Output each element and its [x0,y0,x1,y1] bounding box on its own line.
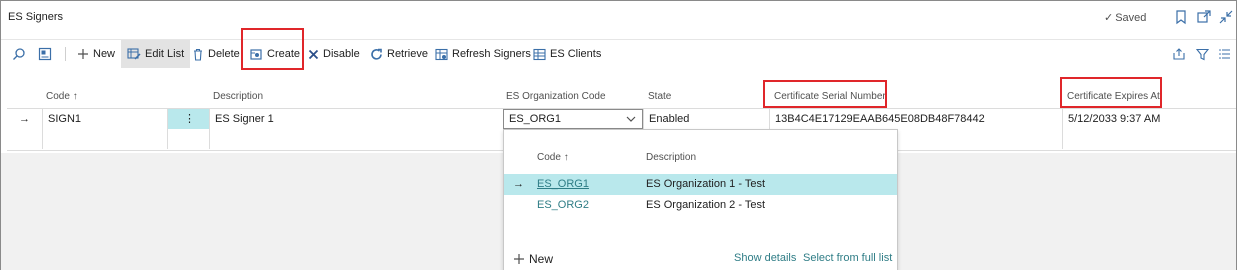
trash-icon [194,48,202,61]
saved-label: Saved [1115,12,1147,24]
cell-serial[interactable]: 13B4C4E17129EAAB645E08DB48F78442 [769,109,1062,129]
row-selected-arrow-icon: → [513,178,524,190]
column-header-serial[interactable]: Certificate Serial Number [774,86,886,108]
refresh-signers-button[interactable]: Refresh Signers [435,40,531,68]
filter-icon [1196,48,1209,60]
bookmark-icon[interactable] [1173,9,1189,25]
empty-cell[interactable] [209,129,499,149]
search-button[interactable] [12,40,26,68]
cell-state[interactable]: Enabled [643,109,769,129]
lookup-code-label: Code [537,152,561,163]
table-refresh-icon [435,48,448,60]
row-selected-arrow-icon: → [19,113,30,125]
delete-label: Delete [208,48,240,60]
code-header-label: Code [46,91,70,102]
edit-list-button[interactable]: Edit List [121,40,191,68]
cell-code[interactable]: SIGN1 [42,109,167,129]
new-button[interactable]: New [77,40,115,68]
lookup-description: ES Organization 1 - Test [646,178,766,190]
page-title: ES Signers [8,11,64,23]
lookup-new-button[interactable]: New [513,252,553,266]
es-signers-page: ES Signers ✓ Saved New Edit List Delete … [0,0,1237,270]
list-view-icon [38,47,52,61]
separator [65,47,66,61]
share-button[interactable] [1172,40,1186,68]
refresh-signers-label: Refresh Signers [452,48,531,60]
list-icon [1219,49,1230,59]
lookup-description: ES Organization 2 - Test [646,199,766,211]
disable-label: Disable [323,48,360,60]
es-clients-label: ES Clients [550,48,602,60]
lookup-header-code[interactable]: Code ↑ [537,152,569,163]
delete-button[interactable]: Delete [192,40,240,68]
column-header-state[interactable]: State [648,86,671,108]
empty-cell[interactable] [1062,129,1236,149]
lookup-row[interactable]: ES_ORG2 ES Organization 2 - Test [504,195,897,216]
lookup-row[interactable]: → ES_ORG1 ES Organization 1 - Test [504,174,897,195]
org-lookup-dropdown: Code ↑ Description → ES_ORG1 ES Organiza… [503,129,898,270]
create-button[interactable]: Create [250,40,300,68]
empty-cell[interactable] [42,129,167,149]
disable-button[interactable]: Disable [308,40,360,68]
row-menu-button[interactable]: ⋮ [167,109,209,129]
list-options-button[interactable] [1219,40,1231,68]
table-row[interactable]: → SIGN1 ⋮ ES Signer 1 ES_ORG1 Enabled 13… [7,108,1236,130]
show-as-button[interactable] [38,40,52,68]
filter-button[interactable] [1196,40,1209,68]
select-full-list-link[interactable]: Select from full list [803,252,892,264]
retrieve-label: Retrieve [387,48,428,60]
refresh-icon [371,48,382,60]
collapse-icon[interactable] [1218,9,1234,25]
lookup-code-link[interactable]: ES_ORG2 [537,195,589,216]
edit-list-icon [127,48,141,60]
lookup-new-label: New [529,252,554,266]
chevron-down-icon [626,116,636,122]
plus-icon [78,49,88,59]
org-code-dropdown[interactable]: ES_ORG1 [503,109,643,129]
lookup-header-description[interactable]: Description [646,152,696,163]
column-header-code[interactable]: Code ↑ [46,86,78,108]
empty-cell[interactable] [167,129,209,149]
cell-expires[interactable]: 5/12/2033 9:37 AM [1062,109,1236,129]
cell-description[interactable]: ES Signer 1 [209,109,499,129]
open-new-window-icon[interactable] [1196,9,1212,25]
plus-icon [514,254,524,264]
retrieve-button[interactable]: Retrieve [370,40,428,68]
edit-list-label: Edit List [145,48,185,60]
x-icon [308,49,319,59]
create-certificate-icon [250,48,262,60]
column-header-org-code[interactable]: ES Organization Code [506,86,606,108]
show-details-link[interactable]: Show details [734,252,796,264]
table-icon [533,48,546,60]
search-icon [13,48,25,60]
checkmark-icon: ✓ [1104,12,1114,24]
action-bar: New Edit List Delete Create Disable Retr… [1,40,1236,68]
lookup-code-link[interactable]: ES_ORG1 [537,174,589,195]
sort-ascending-icon: ↑ [72,91,78,102]
org-code-value: ES_ORG1 [509,113,561,125]
column-header-description[interactable]: Description [213,86,263,108]
new-label: New [93,48,116,60]
title-bar: ES Signers ✓ Saved [1,1,1236,35]
column-header-expires[interactable]: Certificate Expires At [1067,86,1160,108]
sort-ascending-icon: ↑ [563,152,569,163]
create-label: Create [267,48,301,60]
saved-status: ✓ Saved [1104,11,1146,24]
share-icon [1173,48,1185,60]
es-clients-button[interactable]: ES Clients [533,40,601,68]
